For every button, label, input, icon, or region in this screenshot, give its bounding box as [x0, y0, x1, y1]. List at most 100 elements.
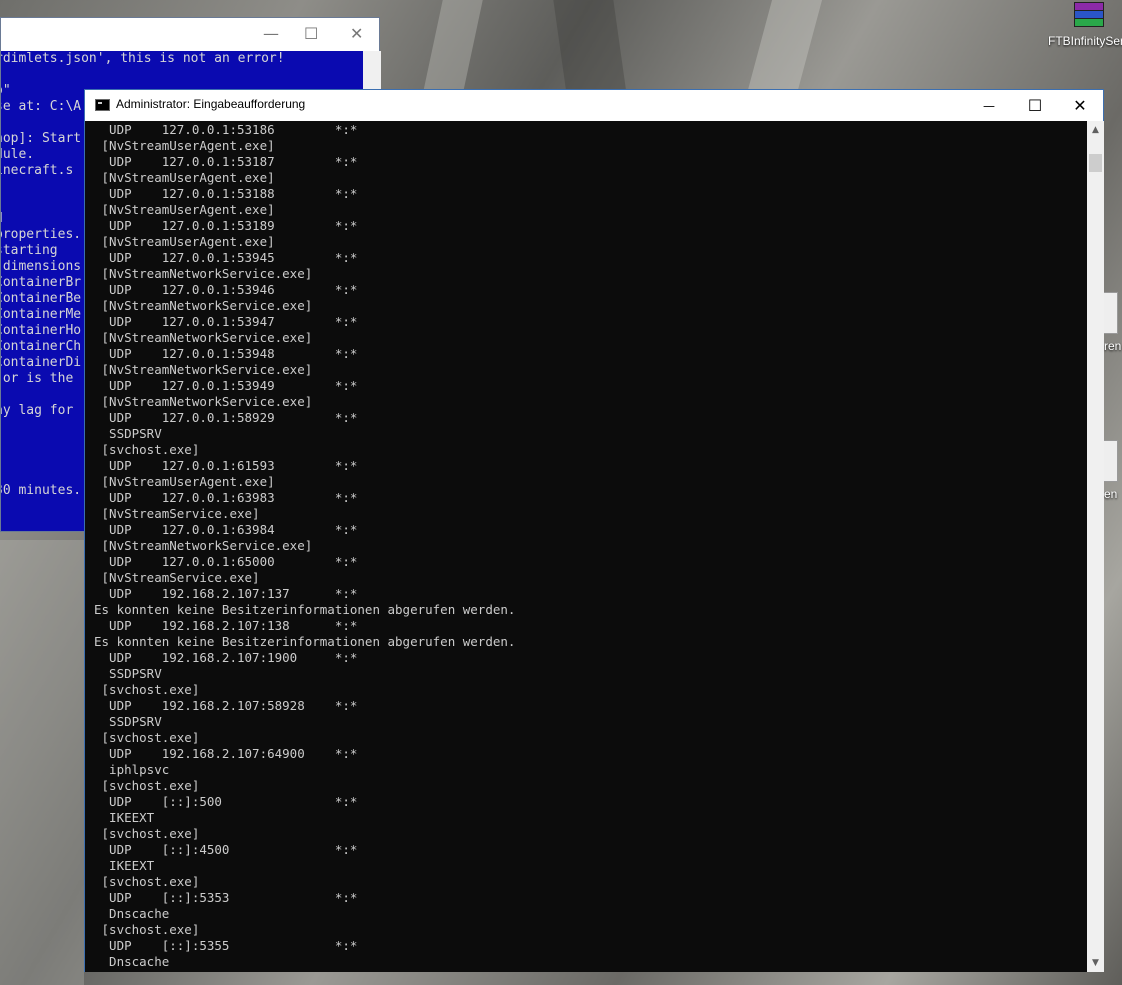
console-line: [NvStreamUserAgent.exe]: [94, 138, 275, 153]
console-line: [NvStreamNetworkService.exe]: [94, 266, 313, 281]
console-line: IKEEXT: [94, 810, 155, 825]
console-line: [NvStreamNetworkService.exe]: [94, 330, 313, 345]
console-line: UDP 192.168.2.107:1900 *:*: [94, 650, 358, 665]
console-line: ContainerMe: [1, 307, 82, 322]
console-line: [NvStreamService.exe]: [94, 570, 260, 585]
console-line: UDP [::]:5353 *:*: [94, 890, 358, 905]
winrar-archive-icon: [1068, 0, 1108, 30]
console-line: dule.: [1, 147, 35, 162]
console-line: [NvStreamNetworkService.exe]: [94, 298, 313, 313]
console-line: UDP 127.0.0.1:58929 *:*: [94, 410, 358, 425]
console-line: Es konnten keine Besitzerinformationen a…: [94, 634, 516, 649]
console-line: UDP 192.168.2.107:137 *:*: [94, 586, 358, 601]
console-line: [NvStreamNetworkService.exe]: [94, 362, 313, 377]
console-line: starting: [1, 243, 58, 258]
console-line: IKEEXT: [94, 858, 155, 873]
close-icon[interactable]: ✕: [350, 24, 363, 43]
console-line: [svchost.exe]: [94, 730, 200, 745]
console-line: UDP 192.168.2.107:64900 *:*: [94, 746, 358, 761]
vertical-scrollbar[interactable]: ▲ ▼: [1087, 121, 1104, 972]
console-line: [NvStreamNetworkService.exe]: [94, 394, 313, 409]
minimize-icon: —: [983, 98, 995, 113]
console-line: UDP 127.0.0.1:53948 *:*: [94, 346, 358, 361]
console-line: UDP 127.0.0.1:53949 *:*: [94, 378, 358, 393]
desktop-file-icon[interactable]: [1102, 292, 1118, 334]
console-line: UDP 127.0.0.1:61593 *:*: [94, 458, 358, 473]
console-line: [NvStreamUserAgent.exe]: [94, 234, 275, 249]
console-line: [NvStreamUserAgent.exe]: [94, 202, 275, 217]
maximize-button[interactable]: ☐: [1012, 90, 1058, 121]
console-line: [svchost.exe]: [94, 826, 200, 841]
console-line: [svchost.exe]: [94, 874, 200, 889]
desktop-file-icon[interactable]: [1102, 440, 1118, 482]
wallpaper-streak: [553, 0, 627, 95]
desktop-icon-ftbinfinity[interactable]: FTBInfinitySer: [1048, 0, 1122, 48]
window-titlebar[interactable]: Administrator: Eingabeaufforderung — ☐ ✕: [85, 90, 1103, 121]
console-line: se at: C:\A: [1, 99, 82, 114]
console-line: d: [1, 211, 3, 227]
maximize-icon[interactable]: ☐: [304, 24, 318, 43]
console-line: UDP 127.0.0.1:53945 *:*: [94, 250, 358, 265]
console-line: [NvStreamNetworkService.exe]: [94, 538, 313, 553]
scroll-up-icon[interactable]: ▲: [1087, 121, 1104, 138]
scroll-down-icon[interactable]: ▼: [1087, 954, 1104, 971]
console-line: UDP 127.0.0.1:63984 *:*: [94, 522, 358, 537]
console-line: UDP 127.0.0.1:53186 *:*: [94, 122, 358, 137]
maximize-icon: ☐: [1027, 96, 1043, 115]
console-output[interactable]: UDP 127.0.0.1:53186 *:* [NvStreamUserAge…: [85, 121, 1087, 972]
console-line: [svchost.exe]: [94, 922, 200, 937]
console-line: ContainerHo: [1, 323, 82, 338]
command-prompt-icon: [95, 99, 110, 111]
console-line: [svchost.exe]: [94, 442, 200, 457]
console-line: UDP 127.0.0.1:53187 *:*: [94, 154, 358, 169]
console-line: UDP [::]:500 *:*: [94, 794, 358, 809]
scrollbar-thumb[interactable]: [1089, 154, 1102, 172]
console-line: UDP 192.168.2.107:138 *:*: [94, 618, 358, 633]
console-line: [svchost.exe]: [94, 778, 200, 793]
console-line: UDP 127.0.0.1:53946 *:*: [94, 282, 358, 297]
console-line: hop]: Start: [1, 131, 82, 146]
console-line: o": [1, 83, 11, 98]
console-line: iphlpsvc: [94, 762, 170, 777]
console-line: UDP [::]:4500 *:*: [94, 842, 358, 857]
console-line: SSDPSRV: [94, 666, 162, 681]
console-line: UDP 127.0.0.1:53189 *:*: [94, 218, 358, 233]
console-line: UDP 127.0.0.1:63983 *:*: [94, 490, 358, 505]
console-line: UDP 192.168.2.107:58928 *:*: [94, 698, 358, 713]
console-line: rdimlets.json', this is not an error!: [1, 51, 285, 66]
close-icon: ✕: [1073, 96, 1087, 115]
window-title: Administrator: Eingabeaufforderung: [116, 97, 306, 111]
console-line: SSDPSRV: [94, 426, 162, 441]
console-line: UDP 127.0.0.1:53947 *:*: [94, 314, 358, 329]
console-line: [NvStreamUserAgent.exe]: [94, 170, 275, 185]
minimize-button[interactable]: —: [966, 90, 1012, 121]
console-line: UDP [::]:5355 *:*: [94, 938, 358, 953]
console-line: ContainerBr: [1, 275, 82, 290]
desktop-icon-label: en: [1104, 487, 1118, 501]
console-line: UDP 127.0.0.1:53188 *:*: [94, 186, 358, 201]
console-line: ContainerDi: [1, 355, 82, 370]
console-line: ContainerBe: [1, 291, 82, 306]
desktop-icon-label: FTBInfinitySer: [1048, 34, 1122, 48]
console-line: Dnscache: [94, 954, 170, 969]
console-line: [NvStreamService.exe]: [94, 506, 260, 521]
console-line: [NvStreamUserAgent.exe]: [94, 474, 275, 489]
console-line: 30 minutes.: [1, 483, 82, 498]
console-line: UDP 127.0.0.1:65000 *:*: [94, 554, 358, 569]
console-line: [svchost.exe]: [94, 682, 200, 697]
wallpaper-streak: [747, 0, 823, 90]
console-line: ay lag for: [1, 403, 74, 418]
console-line: or is the: [1, 371, 74, 386]
console-line: ContainerCh: [1, 339, 82, 354]
desktop-icon-label: ren: [1104, 339, 1122, 353]
console-line: inecraft.s: [1, 163, 74, 178]
console-line: dimensions: [1, 259, 82, 274]
console-line: properties.: [1, 227, 82, 242]
command-prompt-window[interactable]: Administrator: Eingabeaufforderung — ☐ ✕…: [84, 89, 1104, 972]
close-button[interactable]: ✕: [1057, 90, 1103, 121]
console-line: Dnscache: [94, 906, 170, 921]
console-line: SSDPSRV: [94, 714, 162, 729]
minimize-icon[interactable]: —: [263, 24, 279, 43]
background-window-titlebar[interactable]: — ☐ ✕: [1, 18, 379, 51]
console-line: Es konnten keine Besitzerinformationen a…: [94, 602, 516, 617]
